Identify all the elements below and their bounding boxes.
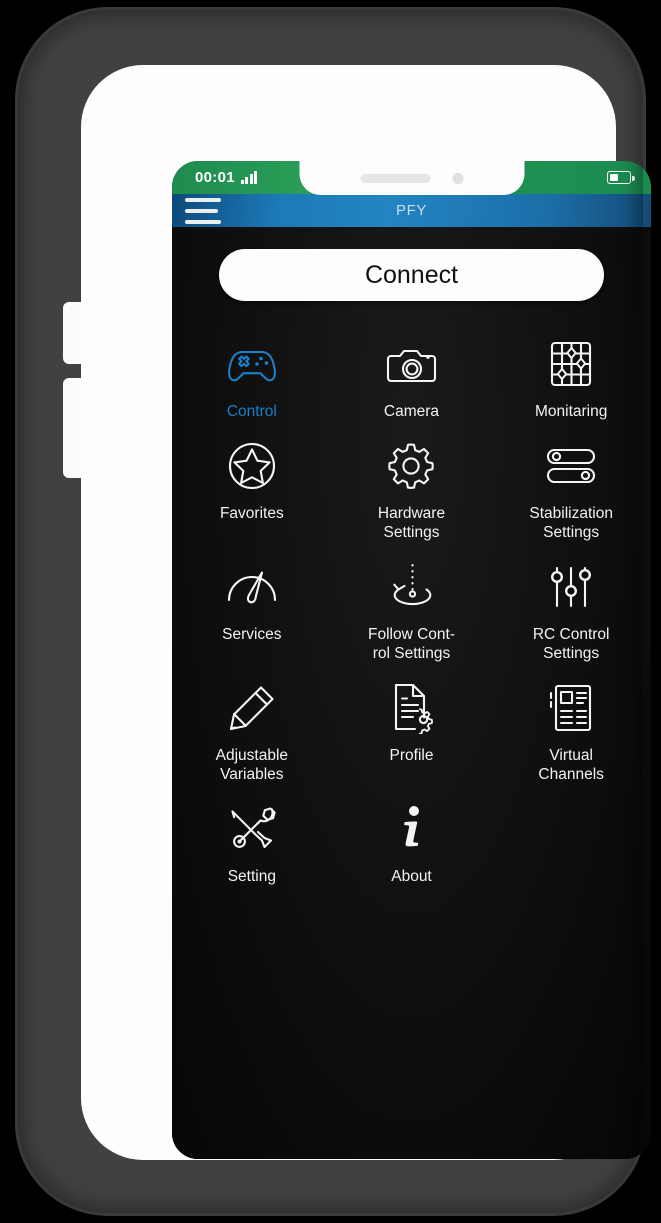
- menu-tile-stabilization-settings[interactable]: Stabilization Settings: [491, 429, 651, 544]
- menu-tile-monitaring[interactable]: Monitaring: [491, 327, 651, 423]
- menu-tile-hardware-settings[interactable]: Hardware Settings: [332, 429, 492, 544]
- menu-tile-setting[interactable]: Setting: [172, 792, 332, 888]
- rotation-arrow-icon: [385, 556, 437, 618]
- status-bar-left: 00:01: [195, 161, 258, 194]
- toggle-switches-icon: [543, 435, 599, 497]
- menu-tile-label: Favorites: [219, 505, 284, 522]
- status-clock: 00:01: [195, 169, 235, 186]
- phone-screen: 00:01 PFY Connect Control Camera Monitar…: [172, 161, 651, 1159]
- gear-icon: [386, 435, 436, 497]
- pencil-icon: [227, 677, 277, 739]
- info-i-icon: [394, 798, 428, 860]
- document-gear-icon: [385, 677, 437, 739]
- screenshot-stage: 00:01 PFY Connect Control Camera Monitar…: [0, 0, 661, 1223]
- menu-tile-label: Control: [226, 403, 277, 420]
- menu-grid: Control Camera Monitaring Favorites Hard…: [172, 327, 651, 888]
- menu-tile-rc-control-settings[interactable]: RC Control Settings: [491, 550, 651, 665]
- menu-tile-about[interactable]: About: [332, 792, 492, 888]
- menu-tile-control[interactable]: Control: [172, 327, 332, 423]
- connect-button-row: Connect: [172, 249, 651, 301]
- menu-tile-label: Setting: [227, 868, 276, 885]
- camera-icon: [385, 333, 437, 395]
- menu-tile-services[interactable]: Services: [172, 550, 332, 665]
- grid-monitor-icon: [547, 333, 595, 395]
- hamburger-menu-icon[interactable]: [185, 197, 221, 224]
- menu-tile-label: Monitaring: [534, 403, 608, 420]
- wrench-screwdriver-icon: [226, 798, 278, 860]
- app-title: PFY: [396, 202, 427, 219]
- menu-tile-follow-cont-rol-settings[interactable]: Follow Cont-rol Settings: [332, 550, 492, 665]
- article-list-icon: [547, 677, 595, 739]
- status-bar-right: [607, 161, 635, 194]
- gamepad-icon: [224, 333, 280, 395]
- menu-tile-label: Adjustable Variables: [215, 747, 289, 783]
- menu-tile-label: Follow Cont-rol Settings: [367, 626, 455, 662]
- menu-tile-camera[interactable]: Camera: [332, 327, 492, 423]
- gauge-icon: [225, 556, 279, 618]
- menu-tile-label: Camera: [383, 403, 440, 420]
- menu-tile-adjustable-variables[interactable]: Adjustable Variables: [172, 671, 332, 786]
- menu-tile-label: RC Control Settings: [532, 626, 610, 662]
- menu-tile-label: Hardware Settings: [377, 505, 446, 541]
- phone-frame: 00:01 PFY Connect Control Camera Monitar…: [18, 10, 651, 1213]
- vertical-sliders-icon: [546, 556, 596, 618]
- star-circle-icon: [226, 435, 278, 497]
- status-bar: 00:01: [172, 161, 651, 195]
- menu-tile-label: About: [391, 868, 432, 885]
- signal-bars-icon: [240, 171, 258, 184]
- battery-icon: [607, 171, 635, 184]
- menu-tile-label: Virtual Channels: [538, 747, 604, 783]
- connect-button[interactable]: Connect: [219, 249, 604, 301]
- device-notch: [299, 161, 524, 195]
- app-content: Connect Control Camera Monitaring Favori…: [172, 227, 651, 1159]
- menu-tile-label: Services: [222, 626, 282, 643]
- menu-tile-virtual-channels[interactable]: Virtual Channels: [491, 671, 651, 786]
- menu-tile-profile[interactable]: Profile: [332, 671, 492, 786]
- menu-tile-label: Stabilization Settings: [529, 505, 613, 541]
- front-camera-icon: [452, 172, 463, 184]
- phone-bezel: 00:01 PFY Connect Control Camera Monitar…: [81, 65, 651, 1160]
- menu-tile-favorites[interactable]: Favorites: [172, 429, 332, 544]
- app-bar: PFY: [172, 194, 651, 227]
- menu-tile-label: Profile: [389, 747, 434, 764]
- earpiece-speaker: [360, 173, 430, 183]
